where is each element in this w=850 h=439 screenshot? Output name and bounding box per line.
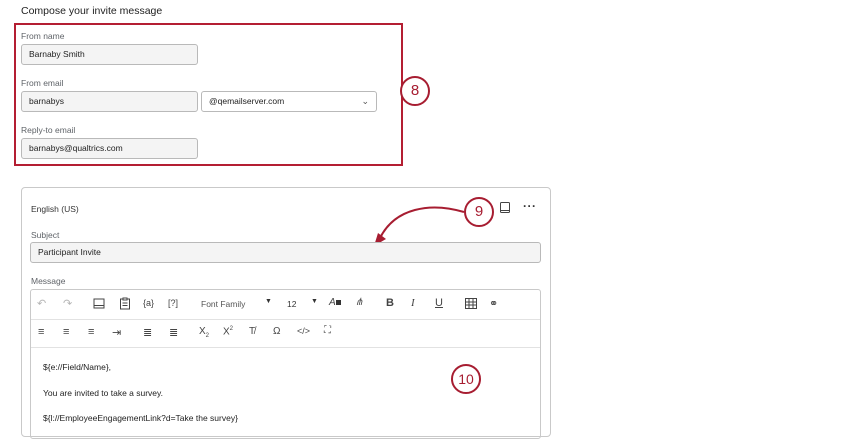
bullet-list-icon[interactable]: ≣ (169, 326, 178, 339)
font-color-icon[interactable]: A (329, 297, 341, 308)
italic-icon[interactable]: I (411, 297, 415, 309)
caret-down-icon: ▼ (265, 298, 272, 305)
redo-icon[interactable]: ↷ (63, 297, 72, 310)
subscript-icon[interactable]: X2 (199, 326, 209, 339)
reply-to-input[interactable]: barnabys@qualtrics.com (21, 138, 198, 159)
table-icon[interactable] (465, 298, 477, 309)
from-name-input[interactable]: Barnaby Smith (21, 44, 198, 65)
font-family-select[interactable]: Font Family (201, 299, 245, 309)
more-icon[interactable]: ··· (523, 199, 537, 213)
message-line[interactable]: ${e://Field/Name}, (43, 362, 111, 372)
message-line[interactable]: You are invited to take a survey. (43, 388, 163, 398)
underline-icon[interactable]: U (435, 297, 443, 309)
font-size-select[interactable]: 12 (287, 299, 296, 309)
help-text-icon[interactable]: [?] (168, 298, 178, 308)
clipboard-icon[interactable] (119, 297, 131, 310)
book-icon[interactable] (499, 201, 511, 214)
indent-icon[interactable]: ⇥ (112, 326, 121, 339)
reply-to-label: Reply-to email (21, 125, 76, 135)
email-domain-value: @qemailserver.com (209, 96, 285, 106)
section-title: Compose your invite message (21, 5, 163, 17)
layout-icon[interactable] (93, 298, 105, 310)
from-email-label: From email (21, 78, 64, 88)
align-center-icon[interactable]: ≡ (63, 326, 69, 338)
align-left-icon[interactable]: ≡ (38, 326, 44, 338)
ordered-list-icon[interactable]: ≣ (143, 326, 152, 339)
toolbar-divider (31, 347, 540, 348)
from-email-input[interactable]: barnabys (21, 91, 198, 112)
toolbar-divider (31, 319, 540, 320)
superscript-icon[interactable]: X2 (223, 326, 233, 337)
caret-down-icon: ▼ (311, 298, 318, 305)
fullscreen-icon[interactable]: ⛶ (324, 325, 331, 336)
message-line[interactable]: ${l://EmployeeEngagementLink?d=Take the … (43, 413, 238, 423)
from-name-label: From name (21, 31, 65, 41)
callout-8: 8 (400, 76, 430, 106)
source-code-icon[interactable]: </> (297, 326, 310, 336)
undo-icon[interactable]: ↶ (37, 297, 46, 310)
piped-text-icon[interactable]: {a} (143, 298, 154, 308)
link-icon[interactable]: ⚭ (489, 297, 498, 310)
bold-icon[interactable]: B (386, 297, 394, 309)
subject-label: Subject (31, 230, 60, 240)
align-right-icon[interactable]: ≡ (88, 326, 94, 338)
language-label: English (US) (31, 204, 79, 214)
chevron-down-icon: ⌄ (361, 96, 369, 106)
clear-format-icon[interactable]: T̸ (249, 326, 255, 337)
subject-input[interactable]: Participant Invite (30, 242, 541, 263)
callout-10: 10 (451, 364, 481, 394)
message-label: Message (31, 276, 66, 286)
email-domain-select[interactable]: @qemailserver.com ⌄ (201, 91, 377, 112)
special-char-icon[interactable]: Ω (273, 326, 280, 337)
highlight-icon[interactable]: ⋔ (355, 297, 363, 308)
